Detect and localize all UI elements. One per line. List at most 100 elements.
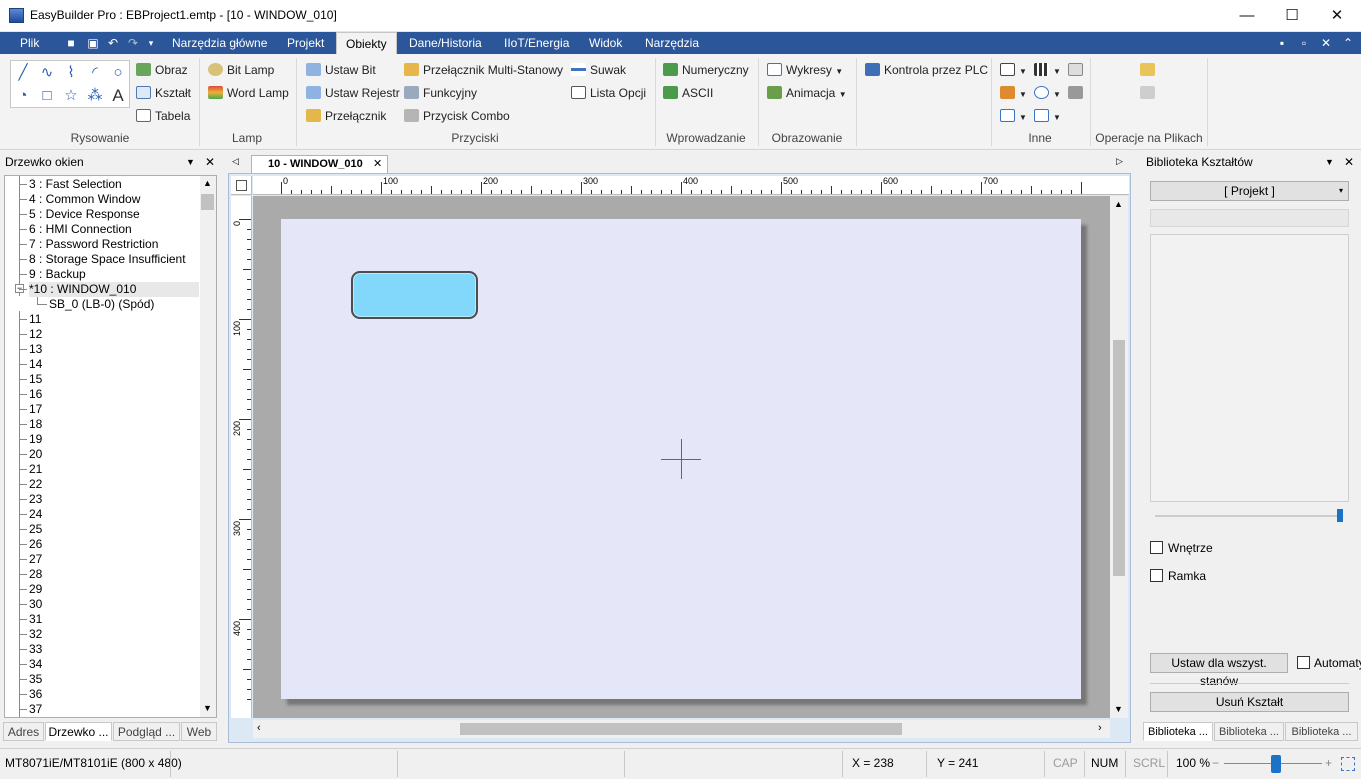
scroll-right-icon[interactable]: › bbox=[1098, 722, 1102, 734]
obraz-button[interactable]: Obraz bbox=[136, 61, 188, 79]
tree-item[interactable]: 35 bbox=[29, 672, 42, 687]
tree-item[interactable]: 5 : Device Response bbox=[29, 207, 140, 222]
tree-item[interactable]: 16 bbox=[29, 387, 42, 402]
tree-item[interactable]: 22 bbox=[29, 477, 42, 492]
tab-scroll-left-icon[interactable]: ◁ bbox=[232, 156, 239, 167]
panel-menu-icon[interactable]: ▼ bbox=[186, 153, 195, 171]
rectangle-icon[interactable]: □ bbox=[37, 86, 57, 106]
przelacznik-button[interactable]: Przełącznik bbox=[306, 107, 386, 125]
inne-print-button[interactable] bbox=[1068, 61, 1087, 79]
tree-item[interactable]: 30 bbox=[29, 597, 42, 612]
tab-projekt[interactable]: Projekt bbox=[281, 32, 330, 54]
multi-state-switch-button[interactable]: Przełącznik Multi-Stanowy bbox=[404, 61, 563, 79]
document-tab[interactable]: 10 - WINDOW_010 ✕ bbox=[251, 155, 388, 173]
fit-to-window-icon[interactable] bbox=[1341, 757, 1355, 771]
ustaw-bit-button[interactable]: Ustaw Bit bbox=[306, 61, 376, 79]
numeryczny-button[interactable]: Numeryczny bbox=[663, 61, 749, 79]
funkcyjny-button[interactable]: Funkcyjny bbox=[404, 84, 477, 102]
tab-drzewko[interactable]: Drzewko ... bbox=[45, 722, 112, 741]
file-transfer-button[interactable] bbox=[1140, 84, 1159, 102]
scroll-left-icon[interactable]: ‹ bbox=[257, 722, 261, 734]
tree-item[interactable]: *10 : WINDOW_010 bbox=[29, 282, 199, 297]
suwak-button[interactable]: Suwak bbox=[571, 61, 626, 79]
tree-item[interactable]: 7 : Password Restriction bbox=[29, 237, 158, 252]
tabela-button[interactable]: Tabela bbox=[136, 107, 190, 125]
scroll-thumb[interactable] bbox=[460, 723, 902, 735]
canvas-vertical-scrollbar[interactable]: ▲ ▼ bbox=[1110, 196, 1128, 718]
tab-scroll-right-icon[interactable]: ▷ bbox=[1116, 156, 1123, 167]
tree-subitem[interactable]: SB_0 (LB-0) (Spód) bbox=[49, 297, 154, 312]
tree-item[interactable]: 25 bbox=[29, 522, 42, 537]
star-icon[interactable]: ☆ bbox=[61, 86, 81, 106]
tree-item[interactable]: 3 : Fast Selection bbox=[29, 177, 122, 192]
tree-item[interactable]: 37 bbox=[29, 702, 42, 717]
scroll-thumb[interactable] bbox=[1113, 340, 1125, 576]
inne-user-button[interactable] bbox=[1068, 84, 1087, 102]
tree-item[interactable]: 28 bbox=[29, 567, 42, 582]
panel-close-icon[interactable]: ✕ bbox=[1344, 153, 1354, 171]
tree-item[interactable]: 18 bbox=[29, 417, 42, 432]
scroll-down-icon[interactable]: ▼ bbox=[203, 703, 212, 713]
save-all-icon[interactable]: ▣ bbox=[86, 35, 100, 51]
tree-item[interactable]: 24 bbox=[29, 507, 42, 522]
wnetrze-checkbox[interactable] bbox=[1150, 541, 1163, 554]
wykresy-button[interactable]: Wykresy ▼ bbox=[767, 61, 843, 79]
rounded-rectangle-shape[interactable] bbox=[351, 271, 478, 319]
tab-obiekty[interactable]: Obiekty bbox=[336, 32, 397, 54]
tree-item[interactable]: 32 bbox=[29, 627, 42, 642]
tree-item[interactable]: 31 bbox=[29, 612, 42, 627]
panel-close-icon[interactable]: ✕ bbox=[205, 153, 215, 171]
tab-web[interactable]: Web bbox=[181, 722, 217, 741]
tree-item[interactable]: 11 bbox=[29, 312, 41, 327]
tab-biblioteka-2[interactable]: Biblioteka ... bbox=[1214, 722, 1284, 741]
inne-window-button[interactable]: ▼ bbox=[1000, 61, 1027, 79]
ruler-corner[interactable] bbox=[231, 176, 252, 195]
tree-scrollbar[interactable]: ▲ ▼ bbox=[200, 176, 216, 717]
inne-media-button[interactable]: ▼ bbox=[1000, 107, 1027, 125]
lista-opcji-button[interactable]: Lista Opcji bbox=[571, 84, 646, 102]
word-lamp-button[interactable]: Word Lamp bbox=[208, 84, 289, 102]
circle-icon[interactable]: ○ bbox=[108, 63, 128, 83]
polyline-icon[interactable]: ∿ bbox=[37, 63, 57, 83]
text-icon[interactable]: A bbox=[108, 86, 128, 106]
zoom-slider-track[interactable] bbox=[1155, 515, 1339, 517]
bezier-icon[interactable]: ⌇ bbox=[61, 63, 81, 83]
tree-item[interactable]: 8 : Storage Space Insufficient bbox=[29, 252, 186, 267]
tree-item[interactable]: 17 bbox=[29, 402, 42, 417]
automatic-checkbox[interactable] bbox=[1297, 656, 1310, 669]
tree-item[interactable]: 27 bbox=[29, 552, 42, 567]
tree-item[interactable]: 14 bbox=[29, 357, 42, 372]
inne-qr-button[interactable]: ▼ bbox=[1034, 61, 1061, 79]
tab-podglad[interactable]: Podgląd ... bbox=[113, 722, 180, 741]
tab-widok[interactable]: Widok bbox=[583, 32, 628, 54]
tree-item[interactable]: 12 bbox=[29, 327, 42, 342]
scroll-thumb[interactable] bbox=[201, 194, 214, 210]
animacja-button[interactable]: Animacja ▼ bbox=[767, 84, 847, 102]
tree-item[interactable]: 36 bbox=[29, 687, 42, 702]
zoom-slider-thumb[interactable] bbox=[1337, 509, 1343, 522]
zoom-in-icon[interactable]: + bbox=[1325, 749, 1332, 779]
redo-icon[interactable]: ↷ bbox=[126, 35, 140, 51]
inne-timer-button[interactable]: ▼ bbox=[1034, 84, 1061, 102]
hmi-window-canvas[interactable] bbox=[281, 219, 1081, 699]
arc-icon[interactable]: ◜ bbox=[85, 63, 105, 83]
inne-transfer-button[interactable]: ▼ bbox=[1000, 84, 1027, 102]
przycisk-combo-button[interactable]: Przycisk Combo bbox=[404, 107, 510, 125]
mdi-close-icon[interactable]: ✕ bbox=[1320, 35, 1332, 51]
tab-iiot-energia[interactable]: IIoT/Energia bbox=[498, 32, 575, 54]
zoom-slider-thumb[interactable] bbox=[1271, 755, 1281, 773]
customize-toolbar-icon[interactable]: ▾ bbox=[146, 35, 156, 51]
library-dropdown[interactable]: [ Projekt ] ▾ bbox=[1150, 181, 1349, 201]
scroll-up-icon[interactable]: ▲ bbox=[203, 178, 212, 188]
minimize-button[interactable]: — bbox=[1224, 0, 1270, 31]
tree-item[interactable]: 9 : Backup bbox=[29, 267, 86, 282]
library-filter-field[interactable] bbox=[1150, 209, 1349, 227]
mdi-restore-icon[interactable]: ▫ bbox=[1298, 35, 1310, 51]
zoom-out-icon[interactable]: − bbox=[1212, 749, 1219, 779]
tree-item[interactable]: 23 bbox=[29, 492, 42, 507]
tree-item[interactable]: 6 : HMI Connection bbox=[29, 222, 132, 237]
tree-item[interactable]: 13 bbox=[29, 342, 42, 357]
set-all-states-button[interactable]: Ustaw dla wszyst. stanów bbox=[1150, 653, 1288, 688]
pie-icon[interactable]: ◔ bbox=[13, 86, 33, 106]
kontrola-plc-button[interactable]: Kontrola przez PLC bbox=[865, 61, 988, 79]
